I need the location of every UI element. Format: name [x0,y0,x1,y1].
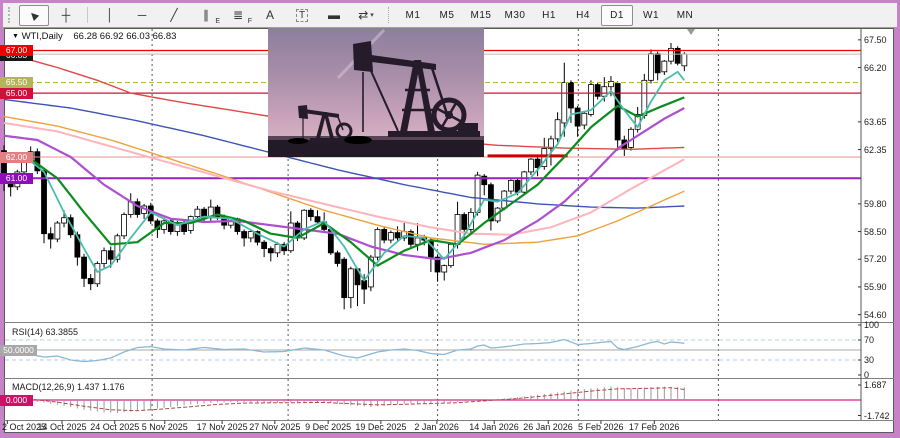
chart-symbol: WTI,Daily [21,31,63,42]
chart-ohlc-values: 66.28 66.92 66.03 66.83 [73,31,177,42]
macd-axis-tick-label: 1.687 [864,379,887,390]
date-axis-tick-label: 14 Oct 2025 [37,422,87,432]
price-axis-tick-label: 63.65 [864,116,887,127]
level-badge-62.00: 62.00 [0,151,33,163]
level-badge-65.00: 65.00 [0,87,33,99]
level-badge-61.00: 61.00 [0,172,33,184]
date-axis-tick-label: 24 Oct 2025 [90,422,140,432]
date-axis-tick-label: 17 Nov 2025 [196,422,248,432]
date-axis-tick-label: 27 Nov 2025 [249,422,301,432]
date-axis-tick-label: 14 Jan 2026 [469,422,519,432]
chart-collapse-caret-icon[interactable]: ▼ [12,33,19,40]
rsi-mid-badge: 50.0000 [0,344,37,356]
rsi-axis-tick-label: 0 [864,370,870,380]
price-axis-tick-label: 59.80 [864,198,887,209]
macd-label: MACD(12,26,9) 1.437 1.176 [12,382,125,392]
rsi-axis-tick-label: 30 [864,355,875,365]
date-axis-tick-label: 5 Feb 2026 [577,422,624,432]
embedded-photo-oil-pumpjacks [268,28,484,157]
date-axis-tick-label: 26 Jan 2026 [523,422,573,432]
date-axis-tick-label: 19 Dec 2025 [355,422,407,432]
level-badge-65.50: 65.50 [0,76,33,88]
price-axis-tick-label: 57.20 [864,254,887,265]
macd-zero-badge: 0.000 [0,394,33,406]
price-axis-tick-label: 58.50 [864,226,887,237]
price-axis-tick-label: 66.20 [864,62,887,73]
rsi-axis-tick-label: 70 [864,335,875,345]
date-axis-tick-label: 5 Nov 2025 [141,422,188,432]
price-axis-tick-label: 54.60 [864,309,887,320]
date-axis-tick-label: 17 Feb 2026 [628,422,680,432]
date-axis-tick-label: 9 Dec 2025 [305,422,352,432]
macd-axis-tick-label: -1.742 [864,410,890,421]
price-axis-tick-label: 55.90 [864,281,887,292]
date-axis-tick-label: 2 Jan 2026 [414,422,459,432]
rsi-axis-tick-label: 100 [864,320,880,330]
price-axis-tick-label: 67.50 [864,34,887,45]
price-axis-tick-label: 62.35 [864,144,887,155]
rsi-label: RSI(14) 63.3855 [12,327,79,337]
chart-title: ▼ WTI,Daily 66.28 66.92 66.03 66.83 [12,31,176,42]
level-badge-67.00: 67.00 [0,45,33,56]
chart-canvas[interactable] [0,0,900,438]
